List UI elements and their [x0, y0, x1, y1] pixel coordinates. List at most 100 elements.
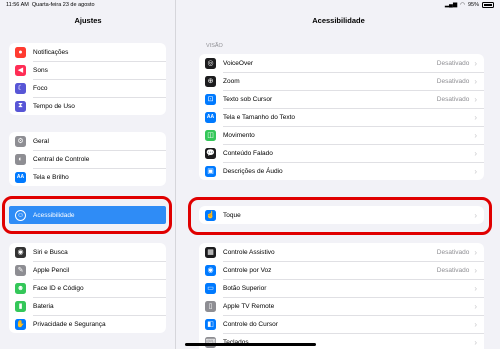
sidebar-item-label: Acessibilidade — [33, 211, 75, 219]
touch-group: ☝ Toque › — [199, 206, 484, 224]
chevron-right-icon: › — [474, 301, 477, 311]
chevron-right-icon: › — [474, 210, 477, 220]
motor-group: ▦ Controle Assistivo Desativado › ◉ Cont… — [199, 243, 484, 349]
cellular-icon: ▂▄▆ — [444, 2, 458, 8]
status-indicators: ▂▄▆ ◠ 95% — [445, 2, 494, 8]
sidebar-item-bateria[interactable]: ▮ Bateria — [9, 297, 166, 315]
sidebar-item-label: Sons — [33, 66, 48, 74]
hover-text-icon: ⊡ — [205, 93, 216, 105]
chevron-right-icon: › — [474, 166, 477, 176]
chevron-right-icon: › — [474, 247, 477, 257]
chevron-right-icon: › — [474, 337, 477, 347]
accessibility-icon: ☺ — [15, 209, 26, 221]
row-teclados[interactable]: ⌨ Teclados › — [199, 333, 484, 349]
row-label: Apple TV Remote — [223, 302, 275, 310]
top-button-icon: ▭ — [205, 282, 216, 294]
row-controle-assistivo[interactable]: ▦ Controle Assistivo Desativado › — [199, 243, 484, 261]
battery-icon: ▮ — [15, 300, 26, 312]
chevron-right-icon: › — [474, 283, 477, 293]
row-texto-sob-cursor[interactable]: ⊡ Texto sob Cursor Desativado › — [199, 90, 484, 108]
toggles-icon: ◐ — [15, 153, 26, 165]
siri-icon: ◉ — [15, 246, 26, 258]
wifi-icon: ◠ — [460, 2, 465, 8]
bell-icon: ● — [15, 46, 26, 58]
row-value: Desativado — [436, 59, 470, 67]
chevron-right-icon: › — [474, 148, 477, 158]
audio-description-icon: ▣ — [205, 165, 216, 177]
row-value: Desativado — [436, 266, 470, 274]
sidebar-item-sons[interactable]: ◀ Sons — [9, 61, 166, 79]
row-toque[interactable]: ☝ Toque › — [199, 206, 484, 224]
row-controle-por-voz[interactable]: ◉ Controle por Voz Desativado › — [199, 261, 484, 279]
sidebar-item-label: Geral — [33, 137, 49, 145]
status-time-date: 11:56 AM Quarta-feira 23 de agosto — [6, 2, 95, 8]
row-label: VoiceOver — [223, 59, 253, 67]
row-label: Controle do Cursor — [223, 320, 278, 328]
aa-icon: AA — [205, 111, 216, 123]
sidebar-item-notificacoes[interactable]: ● Notificações — [9, 43, 166, 61]
sidebar-item-label: Face ID e Código — [33, 284, 84, 292]
sidebar-item-siri-e-busca[interactable]: ◉ Siri e Busca — [9, 243, 166, 261]
sidebar-item-apple-pencil[interactable]: ✎ Apple Pencil — [9, 261, 166, 279]
sidebar-group-3: ◉ Siri e Busca ✎ Apple Pencil ☻ Face ID … — [9, 243, 166, 333]
chevron-right-icon: › — [474, 319, 477, 329]
row-movimento[interactable]: ◫ Movimento › — [199, 126, 484, 144]
sidebar-item-label: Foco — [33, 84, 48, 92]
row-label: Toque — [223, 211, 241, 219]
chevron-right-icon: › — [474, 130, 477, 140]
row-label: Descrições de Áudio — [223, 167, 283, 175]
battery-percent: 95% — [467, 2, 479, 8]
faceid-icon: ☻ — [15, 282, 26, 294]
row-botao-superior[interactable]: ▭ Botão Superior › — [199, 279, 484, 297]
row-voiceover[interactable]: ◎ VoiceOver Desativado › — [199, 54, 484, 72]
switch-control-icon: ▦ — [205, 246, 216, 258]
sidebar-item-acessibilidade[interactable]: ☺ Acessibilidade — [9, 206, 166, 224]
home-indicator[interactable] — [185, 343, 316, 346]
sidebar-item-label: Tempo de Uso — [33, 102, 75, 110]
cursor-icon: ◧ — [205, 318, 216, 330]
sidebar-item-tela-e-brilho[interactable]: AA Tela e Brilho — [9, 168, 166, 186]
settings-sidebar: 11:56 AM Quarta-feira 23 de agosto Ajust… — [0, 0, 176, 349]
row-descricoes-de-audio[interactable]: ▣ Descrições de Áudio › — [199, 162, 484, 180]
row-tela-e-tamanho-do-texto[interactable]: AA Tela e Tamanho do Texto › — [199, 108, 484, 126]
sidebar-group-2: ⚙ Geral ◐ Central de Controle AA Tela e … — [9, 132, 166, 186]
row-conteudo-falado[interactable]: 💬 Conteúdo Falado › — [199, 144, 484, 162]
row-label: Texto sob Cursor — [223, 95, 273, 103]
chevron-right-icon: › — [474, 76, 477, 86]
sidebar-item-label: Siri e Busca — [33, 248, 68, 256]
hourglass-icon: ⧗ — [15, 100, 26, 112]
row-label: Controle Assistivo — [223, 248, 275, 256]
row-label: Tela e Tamanho do Texto — [223, 113, 296, 121]
row-apple-tv-remote[interactable]: ▯ Apple TV Remote › — [199, 297, 484, 315]
row-controle-do-cursor[interactable]: ◧ Controle do Cursor › — [199, 315, 484, 333]
status-date: Quarta-feira 23 de agosto — [31, 2, 95, 8]
row-label: Controle por Voz — [223, 266, 272, 274]
battery-status-icon — [482, 2, 494, 8]
status-time: 11:56 AM — [6, 2, 29, 8]
sidebar-item-label: Bateria — [33, 302, 54, 310]
sidebar-item-label: Tela e Brilho — [33, 173, 69, 181]
motion-icon: ◫ — [205, 129, 216, 141]
sidebar-item-central-de-controle[interactable]: ◐ Central de Controle — [9, 150, 166, 168]
sidebar-item-label: Privacidade e Segurança — [33, 320, 106, 328]
row-label: Botão Superior — [223, 284, 267, 292]
sidebar-item-tempo-de-uso[interactable]: ⧗ Tempo de Uso — [9, 97, 166, 115]
moon-icon: ☾ — [15, 82, 26, 94]
sidebar-item-foco[interactable]: ☾ Foco — [9, 79, 166, 97]
chevron-right-icon: › — [474, 265, 477, 275]
hand-icon: ✋ — [15, 318, 26, 330]
voice-control-icon: ◉ — [205, 264, 216, 276]
tv-remote-icon: ▯ — [205, 300, 216, 312]
aa-icon: AA — [15, 171, 26, 183]
sidebar-item-geral[interactable]: ⚙ Geral — [9, 132, 166, 150]
sidebar-item-label: Apple Pencil — [33, 266, 70, 274]
row-zoom[interactable]: ⊕ Zoom Desativado › — [199, 72, 484, 90]
sidebar-group-1: ● Notificações ◀ Sons ☾ Foco ⧗ Tempo de … — [9, 43, 166, 115]
gear-icon: ⚙ — [15, 135, 26, 147]
row-value: Desativado — [436, 248, 470, 256]
sidebar-title: Ajustes — [74, 16, 102, 25]
sidebar-group-2-selected: ☺ Acessibilidade — [9, 206, 166, 224]
sidebar-item-face-id-e-codigo[interactable]: ☻ Face ID e Código — [9, 279, 166, 297]
sidebar-item-privacidade-e-seguranca[interactable]: ✋ Privacidade e Segurança — [9, 315, 166, 333]
row-value: Desativado — [436, 77, 470, 85]
